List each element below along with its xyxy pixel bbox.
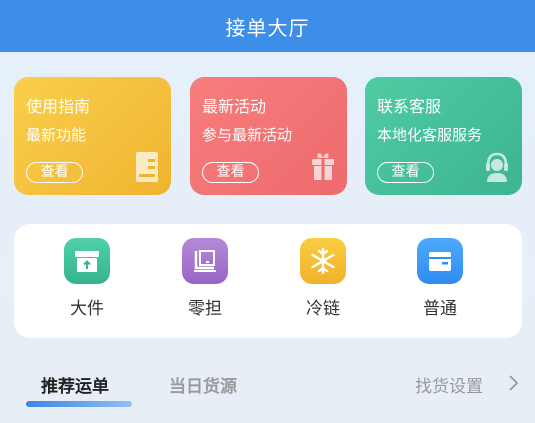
category-panel: 大件 零担 冷链 普通 xyxy=(14,224,522,338)
activity-card[interactable]: 最新活动 参与最新活动 查看 xyxy=(190,77,347,195)
service-view-button[interactable]: 查看 xyxy=(377,162,434,183)
document-icon xyxy=(136,152,158,182)
app-header: 接单大厅 xyxy=(0,0,535,52)
category-large-item[interactable]: 大件 xyxy=(47,238,127,319)
category-normal-item[interactable]: 普通 xyxy=(400,238,480,319)
card-subtitle: 最新功能 xyxy=(26,126,87,144)
box-upload-icon xyxy=(64,238,110,284)
chevron-right-icon[interactable] xyxy=(508,373,520,393)
tab-recommended[interactable]: 推荐运单 xyxy=(41,372,109,397)
category-ltl-item[interactable]: 零担 xyxy=(165,238,245,319)
snowflake-icon xyxy=(300,238,346,284)
category-label: 大件 xyxy=(70,299,104,319)
activity-view-button[interactable]: 查看 xyxy=(202,162,259,183)
category-coldchain-item[interactable]: 冷链 xyxy=(283,238,363,319)
card-title: 联系客服 xyxy=(377,97,442,116)
pallet-icon xyxy=(182,238,228,284)
page-title: 接单大厅 xyxy=(225,15,310,40)
card-title: 最新活动 xyxy=(202,97,267,116)
find-cargo-settings-link[interactable]: 找货设置 xyxy=(415,372,483,397)
category-label: 零担 xyxy=(188,299,222,319)
category-label: 冷链 xyxy=(306,299,340,319)
gift-icon xyxy=(312,153,334,180)
active-tab-indicator xyxy=(26,401,132,407)
package-icon xyxy=(417,238,463,284)
guide-view-button[interactable]: 查看 xyxy=(26,162,83,183)
card-title: 使用指南 xyxy=(26,97,91,116)
guide-card[interactable]: 使用指南 最新功能 查看 xyxy=(14,77,171,195)
service-card[interactable]: 联系客服 本地化客服服务 查看 xyxy=(365,77,522,195)
category-label: 普通 xyxy=(423,299,457,319)
card-subtitle: 本地化客服服务 xyxy=(377,126,483,144)
headset-icon xyxy=(486,152,508,182)
card-subtitle: 参与最新活动 xyxy=(202,126,293,144)
tab-today-cargo[interactable]: 当日货源 xyxy=(169,372,237,397)
